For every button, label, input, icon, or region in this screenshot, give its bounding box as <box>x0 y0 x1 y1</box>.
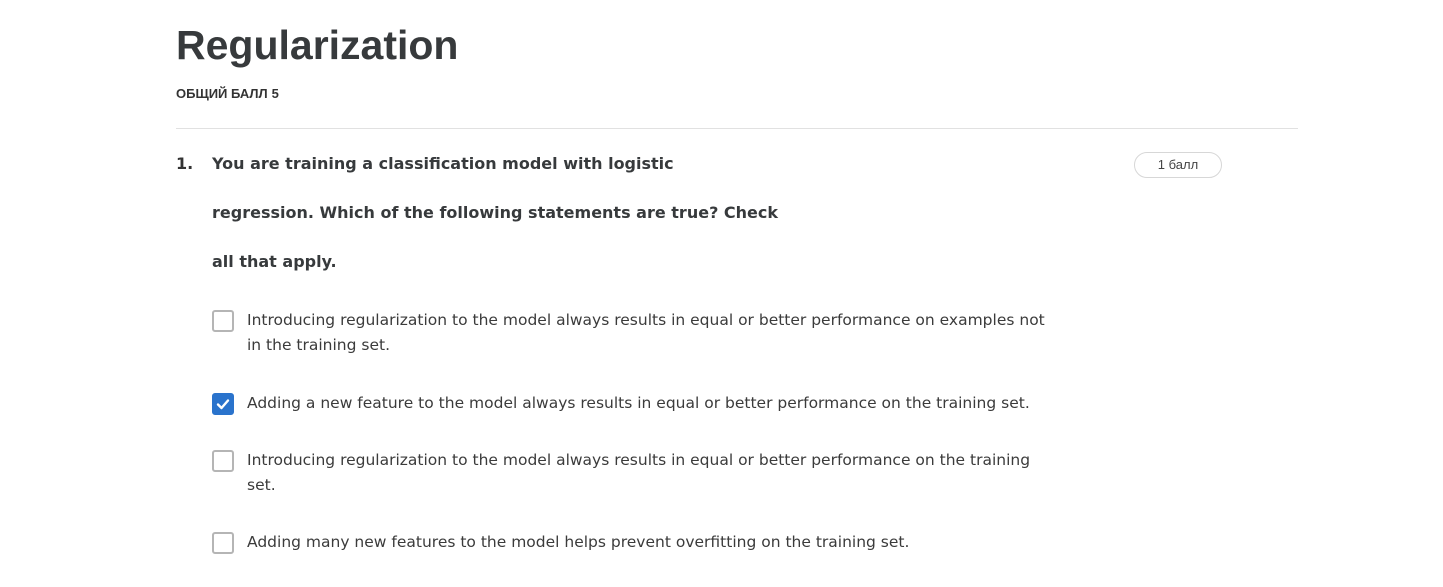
total-score-value: 5 <box>271 86 279 101</box>
checkmark-icon <box>216 399 230 410</box>
question-text-line-3: all that apply. <box>212 252 337 271</box>
points-badge: 1 балл <box>1134 152 1222 178</box>
answer-option-label: Adding a new feature to the model always… <box>247 394 1030 412</box>
question-number: 1. <box>176 154 194 173</box>
answer-option-label: Adding many new features to the model he… <box>247 533 910 551</box>
answer-option-label: Introducing regularization to the model … <box>247 311 1045 354</box>
checkbox[interactable] <box>212 310 234 332</box>
question-text-line-2: regression. Which of the following state… <box>212 203 779 222</box>
page-title: Regularization <box>176 22 459 68</box>
checkbox[interactable] <box>212 393 234 415</box>
checkbox[interactable] <box>212 532 234 554</box>
total-score-label: ОБЩИЙ БАЛЛ <box>176 86 268 101</box>
question-text-line-1: You are training a classification model … <box>212 154 674 173</box>
divider <box>176 128 1298 129</box>
answer-option-label: Introducing regularization to the model … <box>247 451 1031 494</box>
total-score: ОБЩИЙ БАЛЛ 5 <box>176 86 279 102</box>
checkbox[interactable] <box>212 450 234 472</box>
